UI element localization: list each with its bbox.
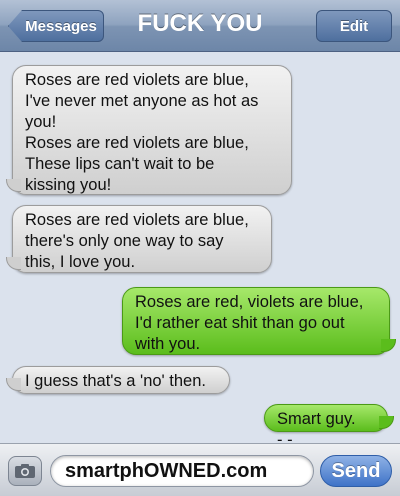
camera-icon — [15, 464, 35, 478]
received-message-bubble: Roses are red violets are blue, there's … — [6, 205, 272, 273]
camera-button[interactable] — [8, 456, 42, 486]
back-button[interactable]: Messages — [8, 10, 104, 42]
sent-message-bubble: Smart guy. -.- — [264, 404, 394, 449]
message-composer: smartphOWNED.com Send — [0, 443, 400, 496]
send-button[interactable]: Send — [320, 455, 392, 487]
contact-title: FUCK YOU — [137, 10, 263, 37]
message-thread[interactable]: Roses are red violets are blue, I've nev… — [0, 53, 400, 449]
received-message-bubble: I guess that's a 'no' then. — [6, 366, 230, 394]
edit-button[interactable]: Edit — [316, 10, 392, 42]
sent-message-bubble: Roses are red, violets are blue, I'd rat… — [122, 287, 396, 355]
received-message-bubble: Roses are red violets are blue, I've nev… — [6, 65, 292, 195]
navigation-bar: Messages FUCK YOU Edit — [0, 0, 400, 52]
message-input[interactable]: smartphOWNED.com — [50, 455, 314, 487]
